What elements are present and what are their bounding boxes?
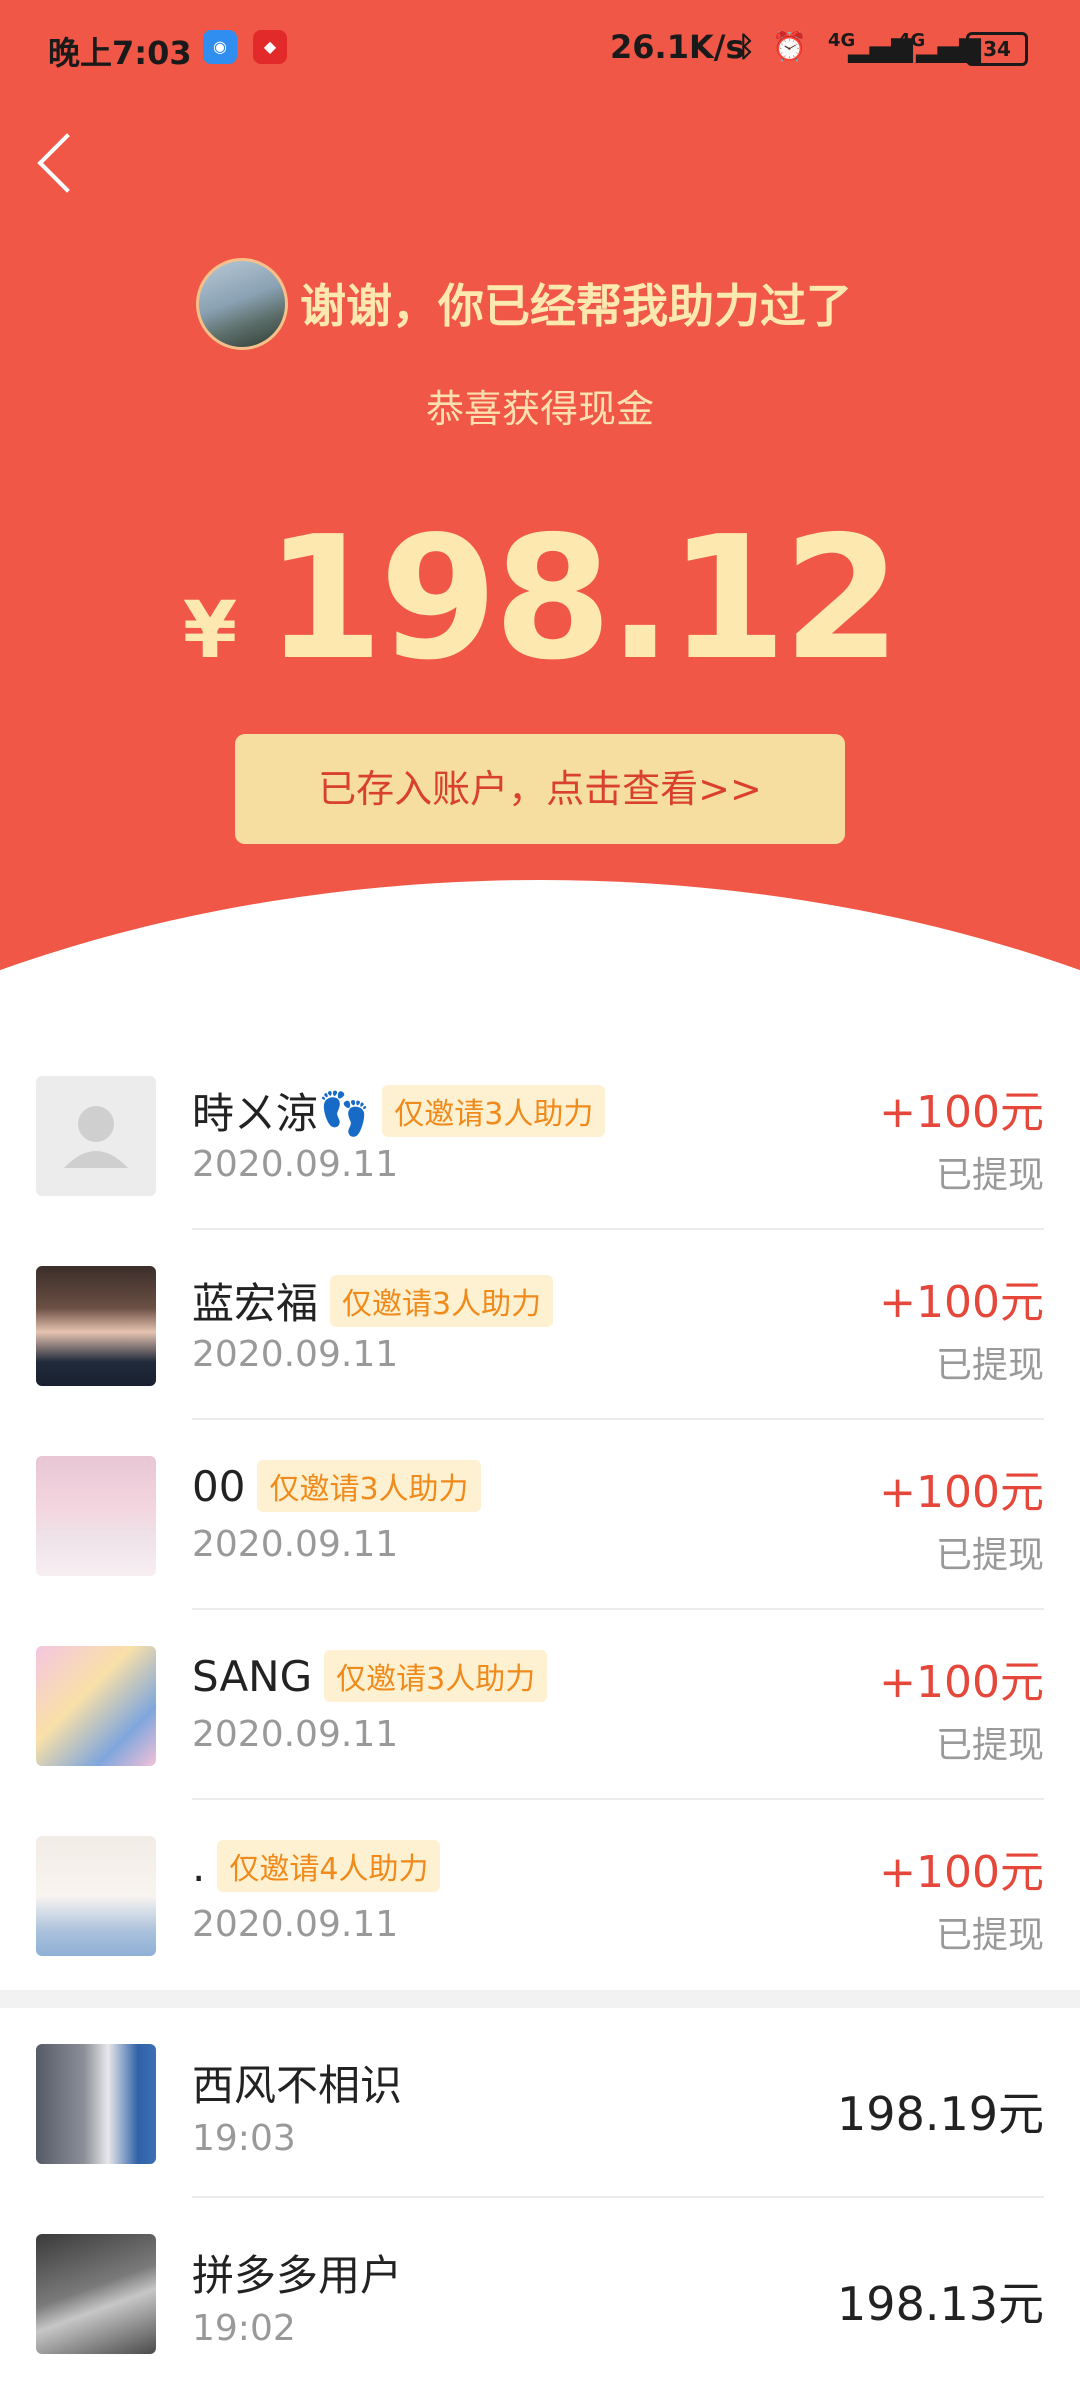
withdraw-status: 已提现 — [935, 1155, 1044, 1196]
name-line: 西风不相识 — [192, 2052, 414, 2113]
invite-tag: 仅邀请4人助力 — [217, 1840, 441, 1892]
cash-amount: ¥198.12 — [0, 500, 1080, 698]
header-curve — [0, 880, 1080, 1010]
withdraw-status: 已提现 — [935, 1915, 1044, 1956]
status-time: 晚上7:03 — [48, 34, 192, 72]
currency-symbol: ¥ — [182, 586, 238, 676]
avatar — [36, 2044, 156, 2164]
helper-name: . — [192, 1841, 206, 1891]
helper-date: 2020.09.11 — [192, 1904, 399, 1945]
avatar — [36, 2234, 156, 2354]
avatar — [36, 1646, 156, 1766]
alarm-icon: ⏰ — [772, 30, 807, 63]
helper-name: 時ㄨ涼👣 — [192, 1089, 371, 1138]
header-panel: 晚上7:03 ◉ ◆ 26.1K/s ᛒ ⏰ 4G ▂▄▆ 4G ▂▄▆ 34 … — [0, 0, 1080, 1010]
name-line: SANG 仅邀请3人助力 — [192, 1650, 548, 1702]
winner-name: 西风不相识 — [192, 2061, 403, 2110]
reward-amount: +100元 — [879, 1847, 1044, 1898]
helper-date: 2020.09.11 — [192, 1144, 399, 1185]
reward-amount: +100元 — [879, 1087, 1044, 1138]
winner-time: 19:02 — [192, 2308, 296, 2349]
invite-tag: 仅邀请3人助力 — [330, 1274, 554, 1327]
winner-amount: 198.13元 — [837, 2277, 1044, 2331]
helper-row[interactable]: . 仅邀请4人助力 2020.09.11 +100元 已提现 — [0, 1800, 1080, 1990]
invite-tag: 仅邀请3人助力 — [324, 1650, 548, 1702]
user-avatar — [196, 258, 288, 350]
helper-row[interactable]: 時ㄨ涼👣 仅邀请3人助力 2020.09.11 +100元 已提现 — [0, 1040, 1080, 1230]
name-line: 00 仅邀请3人助力 — [192, 1460, 481, 1512]
avatar — [36, 1266, 156, 1386]
helper-name: SANG — [192, 1651, 313, 1701]
avatar — [36, 1836, 156, 1956]
reward-amount: +100元 — [879, 1277, 1044, 1328]
network-speed: 26.1K/s — [610, 28, 745, 66]
bluetooth-icon: ᛒ — [738, 30, 755, 63]
helper-list: 時ㄨ涼👣 仅邀请3人助力 2020.09.11 +100元 已提现 蓝宏福 仅邀… — [0, 1040, 1080, 2388]
winner-row[interactable]: 拼多多用户 19:02 198.13元 — [0, 2198, 1080, 2388]
avatar — [36, 1076, 156, 1196]
thanks-headline: 谢谢，你已经帮我助力过了 — [300, 279, 852, 333]
helper-date: 2020.09.11 — [192, 1334, 399, 1375]
helper-row[interactable]: 00 仅邀请3人助力 2020.09.11 +100元 已提现 — [0, 1420, 1080, 1610]
helper-date: 2020.09.11 — [192, 1714, 399, 1755]
winner-row[interactable]: 西风不相识 19:03 198.19元 — [0, 2008, 1080, 2198]
back-button[interactable] — [32, 120, 92, 200]
winner-time: 19:03 — [192, 2118, 296, 2159]
default-avatar-icon — [64, 1106, 128, 1168]
name-line: 拼多多用户 — [192, 2242, 414, 2303]
invite-tag: 仅邀请3人助力 — [257, 1460, 481, 1512]
section-separator — [0, 1990, 1080, 2008]
winner-name: 拼多多用户 — [192, 2251, 403, 2300]
name-line: 蓝宏福 仅邀请3人助力 — [192, 1270, 554, 1331]
helper-row[interactable]: 蓝宏福 仅邀请3人助力 2020.09.11 +100元 已提现 — [0, 1230, 1080, 1420]
withdraw-status: 已提现 — [935, 1345, 1044, 1386]
helper-name: 蓝宏福 — [192, 1279, 319, 1328]
avatar — [36, 1456, 156, 1576]
helper-date: 2020.09.11 — [192, 1524, 399, 1565]
congrats-subtitle: 恭喜获得现金 — [425, 387, 654, 431]
reward-amount: +100元 — [879, 1467, 1044, 1518]
helper-name: 00 — [192, 1461, 246, 1511]
name-line: . 仅邀请4人助力 — [192, 1840, 441, 1892]
reward-amount: +100元 — [879, 1657, 1044, 1708]
app-notification-icon: ◉ — [203, 30, 237, 64]
invite-tag: 仅邀请3人助力 — [382, 1084, 606, 1137]
name-line: 時ㄨ涼👣 仅邀请3人助力 — [192, 1080, 606, 1141]
winner-amount: 198.19元 — [837, 2087, 1044, 2141]
battery-icon: 34 — [966, 32, 1028, 66]
status-bar: 晚上7:03 ◉ ◆ 26.1K/s ᛒ ⏰ 4G ▂▄▆ 4G ▂▄▆ 34 — [0, 0, 1080, 96]
view-account-button[interactable]: 已存入账户，点击查看>> — [235, 734, 845, 844]
amount-value: 198.12 — [265, 500, 901, 698]
bank-notification-icon: ◆ — [253, 30, 287, 64]
withdraw-status: 已提现 — [935, 1725, 1044, 1766]
withdraw-status: 已提现 — [935, 1535, 1044, 1576]
helper-row[interactable]: SANG 仅邀请3人助力 2020.09.11 +100元 已提现 — [0, 1610, 1080, 1800]
